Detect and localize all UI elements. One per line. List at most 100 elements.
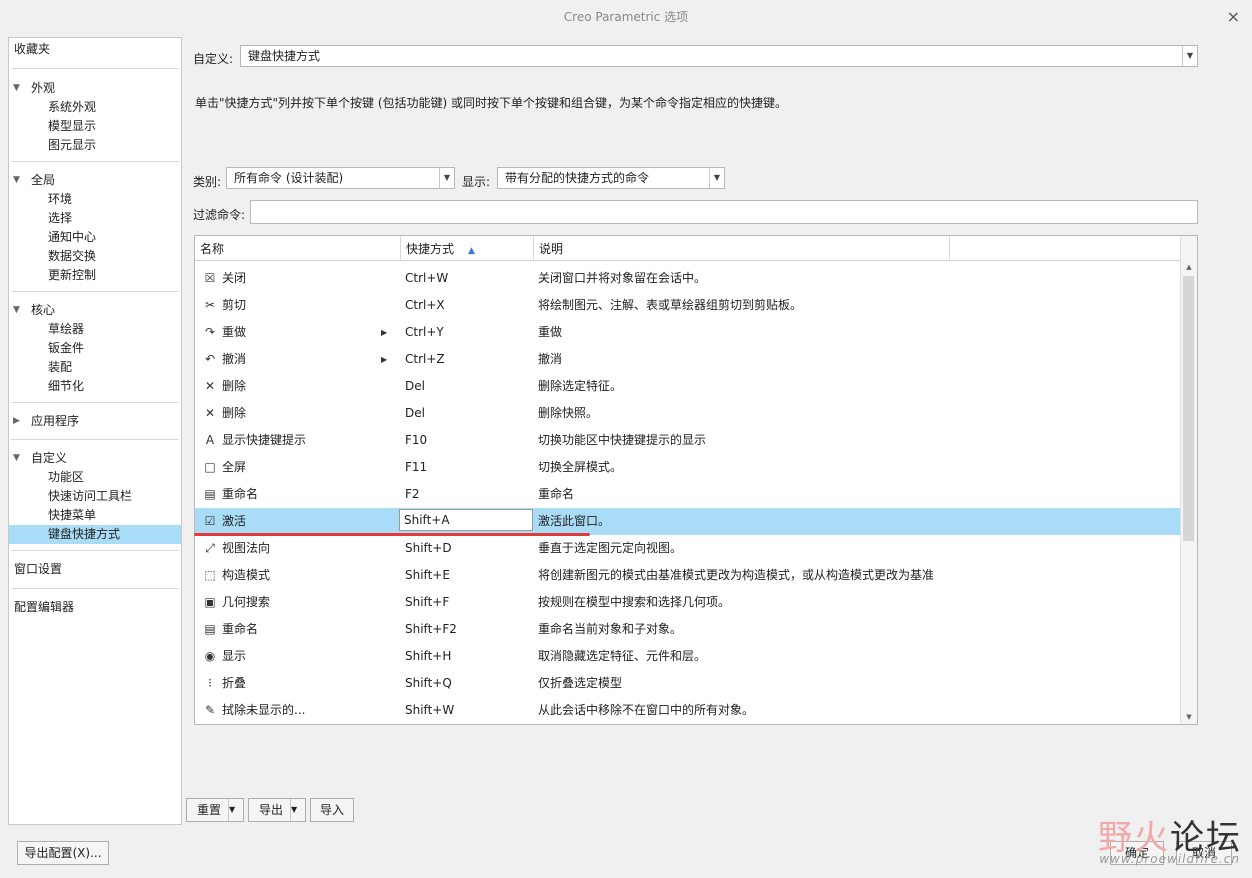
export-button[interactable]: 导出 ▼	[248, 798, 306, 822]
sidebar-item[interactable]: 环境	[9, 190, 181, 209]
chevron-down-icon[interactable]: ▼	[439, 168, 454, 188]
sidebar-group-3[interactable]: ▶ 应用程序	[9, 412, 181, 431]
table-row[interactable]: ⤢ 视图法向 Shift+D 垂直于选定图元定向视图。	[195, 535, 1181, 562]
shortcut-edit-field[interactable]: Shift+A	[399, 509, 533, 531]
table-row[interactable]: ✎ 拭除未显示的... Shift+W 从此会话中移除不在窗口中的所有对象。	[195, 697, 1181, 724]
cell-description: 将创建新图元的模式由基准模式更改为构造模式，或从构造模式更改为基准	[538, 568, 935, 582]
geometry-search-icon: ▣	[204, 595, 216, 609]
cell-shortcut[interactable]: F2	[405, 481, 530, 508]
export-label: 导出	[259, 803, 284, 817]
chevron-right-icon[interactable]: ▶	[13, 412, 20, 431]
chevron-right-icon[interactable]: ▶	[381, 346, 387, 373]
sidebar-group-0[interactable]: ▼ 外观	[9, 79, 181, 98]
chevron-down-icon[interactable]: ▼	[13, 301, 20, 320]
cell-shortcut[interactable]: Shift+H	[405, 643, 530, 670]
cell-shortcut[interactable]: Shift+Q	[405, 670, 530, 697]
cell-shortcut[interactable]: F11	[405, 454, 530, 481]
filter-input[interactable]	[250, 200, 1198, 224]
cell-shortcut[interactable]: Shift+D	[405, 535, 530, 562]
import-button[interactable]: 导入	[310, 798, 354, 822]
sidebar-item[interactable]: 键盘快捷方式	[9, 525, 181, 544]
chevron-down-icon[interactable]: ▼	[13, 449, 20, 468]
sidebar: 收藏夹 ▼ 外观 系统外观 模型显示 图元显示 ▼ 全局 环境 选择 通知中心 数据交换 更新控制 ▼ 核心…	[8, 37, 182, 825]
cell-shortcut[interactable]: F10	[405, 427, 530, 454]
scroll-up-icon[interactable]: ▲	[1181, 260, 1197, 274]
category-dropdown[interactable]: 所有命令 (设计装配) ▼	[226, 167, 455, 189]
cell-name: ☒ 关闭	[202, 265, 398, 292]
table-row[interactable]: ✂ 剪切 Ctrl+X 将绘制图元、注解、表或草绘器组剪切到剪贴板。	[195, 292, 1181, 319]
window-title: Creo Parametric 选项	[563, 10, 689, 24]
cell-shortcut[interactable]: Del	[405, 400, 530, 427]
cell-shortcut[interactable]: Shift+F	[405, 589, 530, 616]
cell-shortcut[interactable]: Ctrl+Y	[405, 319, 530, 346]
chevron-down-icon[interactable]: ▼	[13, 171, 20, 190]
sidebar-item[interactable]: 功能区	[9, 468, 181, 487]
table-row[interactable]: ☑ 激活 Shift+A 激活此窗口。	[195, 508, 1181, 535]
rename-icon: ▤	[204, 622, 216, 636]
reset-button[interactable]: 重置 ▼	[186, 798, 244, 822]
cell-shortcut[interactable]: Ctrl+X	[405, 292, 530, 319]
table-header: 名称 快捷方式 ▲ 说明	[195, 236, 1181, 261]
chevron-down-icon[interactable]: ▼	[290, 799, 305, 821]
table-row[interactable]: ↶ 撤消 ▶ Ctrl+Z 撤消	[195, 346, 1181, 373]
sidebar-item[interactable]: 系统外观	[9, 98, 181, 117]
sidebar-group-4[interactable]: ▼ 自定义	[9, 449, 181, 468]
sidebar-item-window-settings[interactable]: 窗口设置	[9, 560, 181, 579]
sidebar-item[interactable]: 图元显示	[9, 136, 181, 155]
sidebar-item[interactable]: 装配	[9, 358, 181, 377]
col-header-name[interactable]: 名称	[195, 236, 401, 260]
undo-icon: ↶	[204, 352, 216, 366]
chevron-down-icon[interactable]: ▼	[228, 799, 243, 821]
sidebar-item[interactable]: 选择	[9, 209, 181, 228]
category-value: 所有命令 (设计装配)	[234, 171, 344, 185]
sidebar-item[interactable]: 钣金件	[9, 339, 181, 358]
chevron-right-icon[interactable]: ▶	[381, 319, 387, 346]
sidebar-group-2[interactable]: ▼ 核心	[9, 301, 181, 320]
sidebar-item[interactable]: 快速访问工具栏	[9, 487, 181, 506]
cell-name-text: 显示	[222, 649, 247, 663]
sidebar-item[interactable]: 更新控制	[9, 266, 181, 285]
sidebar-item[interactable]: 模型显示	[9, 117, 181, 136]
cell-shortcut[interactable]: Ctrl+Z	[405, 346, 530, 373]
table-row[interactable]: ✕ 删除 Del 删除快照。	[195, 400, 1181, 427]
table-row[interactable]: ⁝ 折叠 Shift+Q 仅折叠选定模型	[195, 670, 1181, 697]
sidebar-item[interactable]: 快捷菜单	[9, 506, 181, 525]
cell-shortcut[interactable]: Shift+W	[405, 697, 530, 724]
scroll-thumb[interactable]	[1183, 276, 1194, 541]
table-row[interactable]: ↷ 重做 ▶ Ctrl+Y 重做	[195, 319, 1181, 346]
sidebar-item-config-editor[interactable]: 配置编辑器	[9, 598, 181, 617]
table-row[interactable]: ▣ 几何搜索 Shift+F 按规则在模型中搜索和选择几何项。	[195, 589, 1181, 616]
table-row[interactable]: ☒ 关闭 Ctrl+W 关闭窗口并将对象留在会话中。	[195, 265, 1181, 292]
sidebar-item[interactable]: 草绘器	[9, 320, 181, 339]
cell-shortcut[interactable]: Ctrl+W	[405, 265, 530, 292]
chevron-down-icon[interactable]: ▼	[13, 79, 20, 98]
sidebar-item-favorites[interactable]: 收藏夹	[9, 40, 181, 59]
table-row[interactable]: ⬚ 构造模式 Shift+E 将创建新图元的模式由基准模式更改为构造模式，或从构造模式…	[195, 562, 1181, 589]
cell-shortcut[interactable]: Shift+F2	[405, 616, 530, 643]
vertical-scrollbar[interactable]: ▲ ▼	[1180, 236, 1197, 724]
cell-description: 将绘制图元、注解、表或草绘器组剪切到剪贴板。	[538, 298, 803, 312]
customize-dropdown[interactable]: 键盘快捷方式 ▼	[240, 45, 1198, 67]
table-row[interactable]: ▤ 重命名 Shift+F2 重命名当前对象和子对象。	[195, 616, 1181, 643]
cell-shortcut[interactable]: Del	[405, 373, 530, 400]
table-row[interactable]: A 显示快捷键提示 F10 切换功能区中快捷键提示的显示	[195, 427, 1181, 454]
cell-shortcut[interactable]: Shift+E	[405, 562, 530, 589]
chevron-down-icon[interactable]: ▼	[709, 168, 724, 188]
col-header-shortcut[interactable]: 快捷方式 ▲	[401, 236, 534, 260]
sidebar-group-1[interactable]: ▼ 全局	[9, 171, 181, 190]
sidebar-item[interactable]: 数据交换	[9, 247, 181, 266]
table-row[interactable]: ▤ 重命名 F2 重命名	[195, 481, 1181, 508]
table-row[interactable]: ✕ 删除 Del 删除选定特征。	[195, 373, 1181, 400]
close-icon[interactable]: ×	[1227, 0, 1240, 34]
sidebar-item[interactable]: 细节化	[9, 377, 181, 396]
table-row[interactable]: ◉ 显示 Shift+H 取消隐藏选定特征、元件和层。	[195, 643, 1181, 670]
sidebar-item[interactable]: 通知中心	[9, 228, 181, 247]
scroll-down-icon[interactable]: ▼	[1181, 710, 1197, 724]
col-header-description[interactable]: 说明	[534, 236, 950, 260]
fullscreen-icon: □	[204, 460, 216, 474]
chevron-down-icon[interactable]: ▼	[1182, 46, 1197, 66]
display-dropdown[interactable]: 带有分配的快捷方式的命令 ▼	[497, 167, 725, 189]
export-config-button[interactable]: 导出配置(X)...	[17, 841, 109, 865]
table-row[interactable]: □ 全屏 F11 切换全屏模式。	[195, 454, 1181, 481]
